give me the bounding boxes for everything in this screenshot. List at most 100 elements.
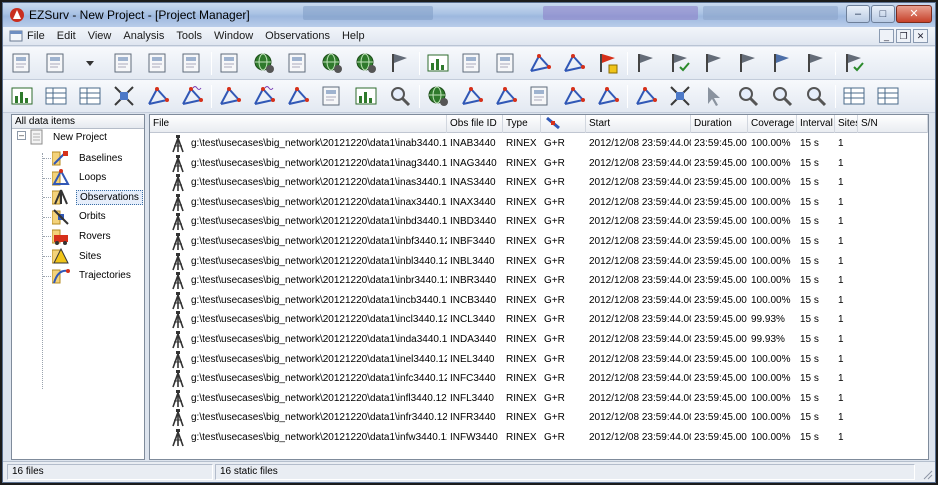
menu-file[interactable]: File <box>27 30 45 42</box>
toolbar-button-flag-blue[interactable] <box>769 50 795 76</box>
toolbar-button-process-globe[interactable] <box>251 50 277 76</box>
analysis-button-tripod[interactable] <box>527 83 553 109</box>
tree-node-loops[interactable]: Loops <box>52 168 109 187</box>
toolbar-button-flag-remove[interactable] <box>701 50 727 76</box>
document-window-icon[interactable] <box>9 29 23 43</box>
analysis-button-cross[interactable] <box>667 83 693 109</box>
table-row[interactable]: g:\test\usecases\big_network\20121220\da… <box>150 330 928 350</box>
col-duration-header[interactable]: Duration <box>691 115 748 133</box>
analysis-button-baseline-wave[interactable] <box>179 83 205 109</box>
table-row[interactable]: g:\test\usecases\big_network\20121220\da… <box>150 252 928 272</box>
analysis-button-network-grid[interactable] <box>493 83 519 109</box>
table-row[interactable]: g:\test\usecases\big_network\20121220\da… <box>150 389 928 409</box>
analysis-button-adjust-net[interactable] <box>561 83 587 109</box>
table-row[interactable]: g:\test\usecases\big_network\20121220\da… <box>150 350 928 370</box>
analysis-button-green-chart[interactable] <box>9 83 35 109</box>
maximize-button[interactable]: □ <box>871 5 895 23</box>
analysis-button-table-view[interactable] <box>43 83 69 109</box>
toolbar-button-remove-data[interactable] <box>493 50 519 76</box>
toolbar-button-save[interactable] <box>111 50 137 76</box>
col-sites-header[interactable]: Sites <box>835 115 858 133</box>
analysis-button-loop-wave[interactable] <box>251 83 277 109</box>
menu-view[interactable]: View <box>88 30 112 42</box>
toolbar-button-flag-check[interactable] <box>667 50 693 76</box>
toolbar-button-globe-settings[interactable] <box>353 50 379 76</box>
menu-observations[interactable]: Observations <box>265 30 330 42</box>
toolbar-button-network-plot[interactable] <box>561 50 587 76</box>
analysis-button-loop-check[interactable] <box>285 83 311 109</box>
analysis-button-columns-x[interactable] <box>875 83 901 109</box>
close-button[interactable]: ✕ <box>896 5 932 23</box>
toolbar-button-flag[interactable] <box>633 50 659 76</box>
analysis-button-zoom-globe[interactable] <box>425 83 451 109</box>
mdi-restore-button[interactable]: ❐ <box>896 29 911 43</box>
analysis-button-observation-mark[interactable] <box>319 83 345 109</box>
tree-node-trajectories[interactable]: Trajectories <box>52 267 134 285</box>
table-row[interactable]: g:\test\usecases\big_network\20121220\da… <box>150 291 928 311</box>
table-row[interactable]: g:\test\usecases\big_network\20121220\da… <box>150 271 928 291</box>
toolbar-button-flag-add[interactable] <box>595 50 621 76</box>
table-row[interactable]: g:\test\usecases\big_network\20121220\da… <box>150 232 928 252</box>
toolbar-button-print[interactable] <box>145 50 171 76</box>
menu-help[interactable]: Help <box>342 30 365 42</box>
menu-edit[interactable]: Edit <box>57 30 76 42</box>
tree-node-orbits[interactable]: Orbits <box>52 208 109 226</box>
resize-grip-icon[interactable] <box>921 468 933 480</box>
menu-analysis[interactable]: Analysis <box>123 30 164 42</box>
table-row[interactable]: g:\test\usecases\big_network\20121220\da… <box>150 134 928 154</box>
tree-node-observations[interactable]: Observations <box>52 188 143 206</box>
tree-node-rovers[interactable]: Rovers <box>52 227 114 246</box>
analysis-button-adjust-x[interactable] <box>633 83 659 109</box>
tree-root-node[interactable]: New Project <box>30 128 110 146</box>
tree-collapse-toggle[interactable]: – <box>17 131 26 140</box>
menu-tools[interactable]: Tools <box>176 30 202 42</box>
analysis-button-network-star[interactable] <box>459 83 485 109</box>
toolbar-button-site-flag[interactable] <box>387 50 413 76</box>
table-row[interactable]: g:\test\usecases\big_network\20121220\da… <box>150 212 928 232</box>
toolbar-button-flag-dark[interactable] <box>803 50 829 76</box>
toolbar-button-edit-data[interactable] <box>459 50 485 76</box>
table-row[interactable]: g:\test\usecases\big_network\20121220\da… <box>150 369 928 389</box>
col-start-header[interactable]: Start <box>586 115 691 133</box>
analysis-button-adjust-a[interactable] <box>595 83 621 109</box>
toolbar-button-new-project[interactable] <box>9 50 35 76</box>
analysis-button-magnify-plus[interactable] <box>769 83 795 109</box>
col-coverage-header[interactable]: Coverage <box>748 115 797 133</box>
col-interval-header[interactable]: Interval <box>797 115 835 133</box>
tree-node-sites[interactable]: Sites <box>52 247 104 265</box>
col-type-header[interactable]: Type <box>503 115 541 133</box>
analysis-button-magnify-minus[interactable] <box>803 83 829 109</box>
analysis-button-zoom-in[interactable] <box>387 83 413 109</box>
minimize-button[interactable]: – <box>846 5 870 23</box>
toolbar-button-network-globe[interactable] <box>319 50 345 76</box>
toolbar-button-chart-view[interactable] <box>425 50 451 76</box>
menu-window[interactable]: Window <box>214 30 253 42</box>
title-bar[interactable]: EZSurv - New Project - [Project Manager]… <box>3 3 935 27</box>
analysis-button-magnify[interactable] <box>735 83 761 109</box>
toolbar-button-process-options[interactable] <box>285 50 311 76</box>
mdi-minimize-button[interactable]: _ <box>879 29 894 43</box>
table-row[interactable]: g:\test\usecases\big_network\20121220\da… <box>150 428 928 448</box>
analysis-button-loop-vector[interactable] <box>217 83 243 109</box>
mdi-close-button[interactable]: ✕ <box>913 29 928 43</box>
toolbar-button-flag-tick[interactable] <box>841 50 867 76</box>
toolbar-button-copy[interactable] <box>179 50 205 76</box>
table-row[interactable]: g:\test\usecases\big_network\20121220\da… <box>150 154 928 174</box>
tree-node-baselines[interactable]: Baselines <box>52 149 125 167</box>
toolbar-button-flag-series[interactable] <box>735 50 761 76</box>
table-row[interactable]: g:\test\usecases\big_network\20121220\da… <box>150 310 928 330</box>
toolbar-button-vector-plot[interactable] <box>527 50 553 76</box>
table-row[interactable]: g:\test\usecases\big_network\20121220\da… <box>150 193 928 213</box>
table-row[interactable]: g:\test\usecases\big_network\20121220\da… <box>150 408 928 428</box>
col-file-header[interactable]: File <box>150 115 447 133</box>
toolbar-button-dropdown-arrow[interactable] <box>77 50 103 76</box>
table-row[interactable]: g:\test\usecases\big_network\20121220\da… <box>150 173 928 193</box>
toolbar-button-open-project[interactable] <box>43 50 69 76</box>
col-sn-header[interactable]: S/N <box>858 115 928 133</box>
toolbar-button-import[interactable] <box>217 50 243 76</box>
analysis-button-select-arrow[interactable] <box>701 83 727 109</box>
col-obs-file-id-header[interactable]: Obs file ID <box>447 115 503 133</box>
analysis-button-satellite[interactable] <box>111 83 137 109</box>
analysis-button-columns[interactable] <box>841 83 867 109</box>
analysis-button-observation-chart[interactable] <box>353 83 379 109</box>
